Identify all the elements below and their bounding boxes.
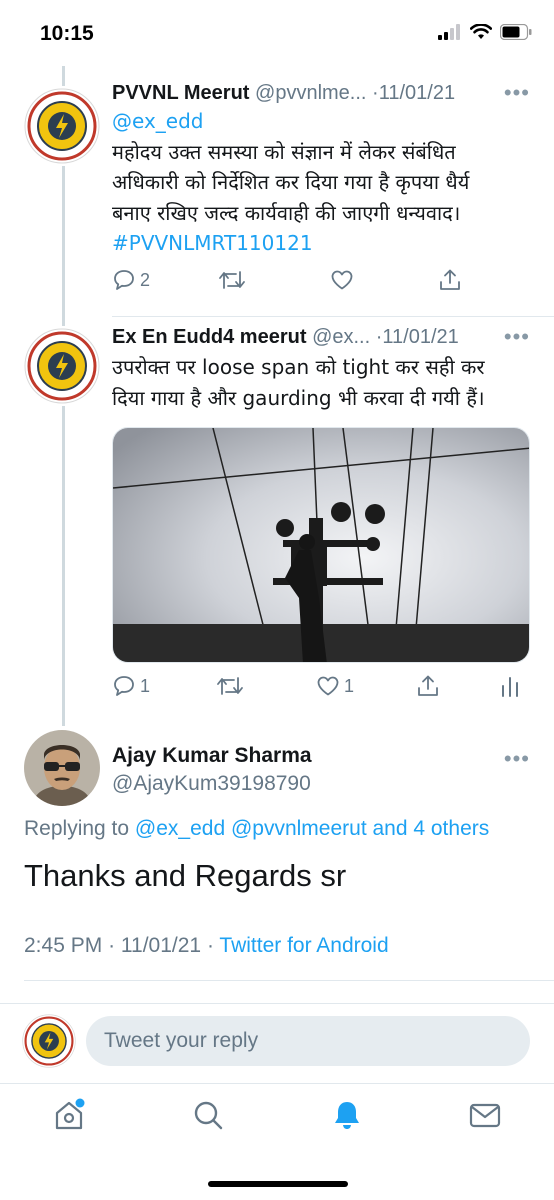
reply-button[interactable]: 1: [112, 674, 150, 698]
more-options-icon[interactable]: •••: [504, 746, 530, 772]
status-time: 10:15: [40, 22, 94, 45]
reply-input[interactable]: Tweet your reply: [86, 1016, 530, 1066]
author-handle[interactable]: @pvvnlme...: [255, 82, 366, 104]
status-icons: [438, 24, 532, 40]
share-icon: [440, 269, 460, 290]
thread-connector-2: [62, 406, 65, 726]
avatar[interactable]: [24, 88, 100, 164]
more-options-icon[interactable]: •••: [504, 80, 530, 106]
home-icon: [55, 1098, 85, 1130]
divider: [24, 980, 554, 981]
main-author-name[interactable]: Ajay Kumar Sharma: [112, 744, 312, 768]
tweet-text: उपरोक्त पर loose span को tight कर सही कर…: [112, 352, 532, 413]
replying-to-label: Replying to: [24, 817, 130, 840]
avatar[interactable]: [24, 730, 100, 806]
reply-icon: [114, 676, 134, 696]
reply-button[interactable]: 2: [112, 268, 150, 292]
cellular-signal-icon: [438, 24, 460, 40]
tweet-meta: 2:45 PM · 11/01/21 · Twitter for Android: [24, 934, 389, 958]
tweet-text: @ex_edd महोदय उक्त समस्या को संज्ञान में…: [112, 106, 532, 259]
search-icon: [194, 1101, 223, 1130]
wifi-icon: [470, 24, 492, 39]
separator-dot: ·: [206, 934, 214, 957]
separator-dot: ·: [372, 82, 379, 104]
replying-to: Replying to @ex_edd @pvvnlmeerut and 4 o…: [24, 817, 489, 841]
heart-icon: [317, 676, 339, 696]
separator-dot: ·: [108, 934, 116, 957]
battery-icon: [500, 24, 532, 40]
retweet-button[interactable]: [218, 268, 246, 292]
more-options-icon[interactable]: •••: [504, 324, 530, 350]
home-indicator: [208, 1181, 348, 1187]
analytics-icon: [502, 677, 518, 697]
author-name[interactable]: Ex En Eudd4 meerut: [112, 326, 307, 348]
text-line: महोदय उक्त समस्या को संज्ञान में लेकर सं…: [112, 139, 456, 164]
main-author-handle[interactable]: @AjayKum39198790: [112, 772, 311, 796]
tweet-actions: 1 1: [112, 674, 532, 704]
tweet-actions: 2: [112, 268, 532, 298]
pvvnl-logo-icon: [24, 328, 100, 404]
tweet-date: 11/01/21: [378, 82, 456, 104]
tab-messages[interactable]: [468, 1098, 502, 1137]
share-button[interactable]: [438, 268, 462, 292]
author-name[interactable]: PVVNL Meerut: [112, 82, 249, 104]
tweet-source-link[interactable]: Twitter for Android: [219, 934, 388, 957]
share-button[interactable]: [416, 674, 440, 698]
text-line: दिया गाया है और gaurding भी करवा दी गयी …: [112, 385, 485, 410]
like-count: 1: [344, 675, 355, 696]
heart-icon: [331, 270, 353, 290]
reply-count: 1: [140, 675, 151, 696]
messages-icon: [469, 1103, 501, 1128]
retweet-icon: [219, 271, 245, 289]
divider: [112, 316, 554, 317]
pvvnl-logo-icon: [24, 88, 100, 164]
text-line: बनाए रखिए जल्द कार्यवाही की जाएगी धन्यवा…: [112, 200, 461, 225]
retweet-icon: [217, 677, 243, 695]
replying-to-users-link[interactable]: @ex_edd @pvvnlmeerut and 4 others: [135, 817, 489, 840]
reply-icon: [114, 270, 134, 290]
retweet-button[interactable]: [216, 674, 244, 698]
thread-connector-1: [62, 166, 65, 326]
hashtag-link[interactable]: #PVVNLMRT110121: [112, 228, 532, 259]
text-line: उपरोक्त पर loose span को tight कर सही कर: [112, 355, 485, 379]
like-button[interactable]: 1: [316, 674, 354, 698]
thread-connector-top: [62, 66, 65, 86]
main-tweet-text: Thanks and Regards sr: [24, 858, 347, 893]
text-line: अधिकारी को निर्देशित कर दिया गया है कृपय…: [112, 170, 470, 194]
tweet-date: 11/01/21: [382, 326, 459, 348]
share-icon: [418, 675, 438, 696]
tab-search[interactable]: [191, 1098, 225, 1137]
tab-notifications[interactable]: [330, 1098, 364, 1137]
tweet-photo[interactable]: [112, 427, 530, 663]
tweet-header: Ex En Eudd4 meerut @ex... ·11/01/21: [112, 326, 459, 349]
transformer-pole-photo: [113, 428, 529, 662]
tab-home[interactable]: [52, 1098, 86, 1137]
notifications-icon: [335, 1102, 359, 1129]
status-bar: 10:15: [0, 0, 554, 66]
tweet-time: 2:45 PM: [24, 934, 103, 957]
tweet-header: PVVNL Meerut @pvvnlme... ·11/01/21: [112, 82, 455, 105]
like-button[interactable]: [330, 268, 354, 292]
author-handle[interactable]: @ex...: [312, 326, 370, 348]
reply-compose-bar: Tweet your reply: [0, 1003, 554, 1083]
user-avatar-photo: [24, 730, 100, 806]
mention-link[interactable]: @ex_edd: [112, 106, 532, 137]
reply-count: 2: [140, 269, 151, 290]
avatar[interactable]: [24, 328, 100, 404]
tweet-date: 11/01/21: [120, 934, 202, 957]
analytics-button[interactable]: [500, 674, 520, 698]
pvvnl-logo-icon: [22, 1014, 76, 1068]
current-user-avatar[interactable]: [22, 1014, 76, 1068]
